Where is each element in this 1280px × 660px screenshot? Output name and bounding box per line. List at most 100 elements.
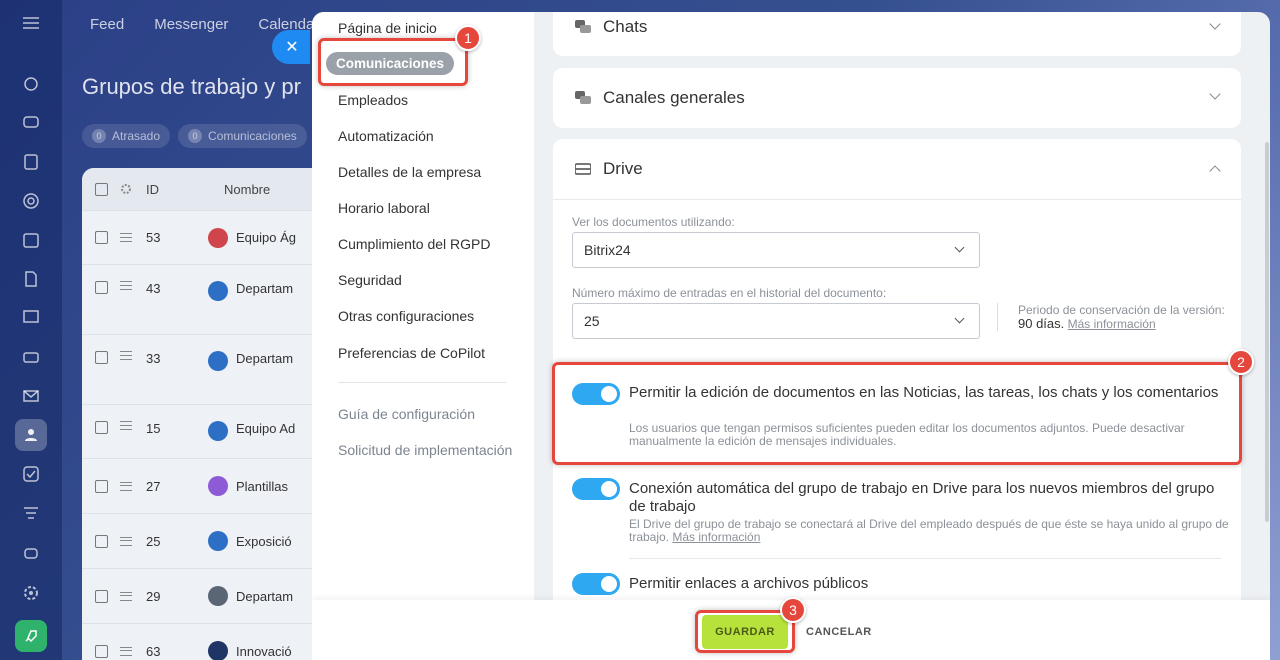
section-general-channels[interactable]: Canales generales [553, 68, 1241, 128]
groups-icon[interactable] [15, 419, 47, 451]
menu-item-copilot[interactable]: Preferencias de CoPilot [338, 345, 485, 361]
drag-handle-icon[interactable] [120, 536, 132, 546]
group-icon [208, 586, 228, 606]
drag-handle-icon[interactable] [120, 281, 132, 290]
drag-handle-icon[interactable] [120, 233, 132, 242]
menu-item-home[interactable]: Página de inicio [338, 20, 437, 36]
more-info-link[interactable]: Más información [672, 530, 760, 544]
row-checkbox[interactable] [95, 421, 108, 434]
section-header: Chats [553, 12, 1241, 56]
chat-icon[interactable] [15, 107, 47, 139]
select-all-checkbox[interactable] [95, 182, 108, 196]
drag-handle-icon[interactable] [120, 351, 132, 360]
table-row[interactable]: 53 Equipo Ág [82, 210, 342, 264]
menu-item-automation[interactable]: Automatización [338, 128, 434, 144]
menu-divider [338, 382, 506, 383]
table-row[interactable]: 33 Departam [82, 334, 342, 404]
rocket-icon[interactable] [15, 620, 47, 652]
history-entries-select[interactable]: 25 [572, 303, 980, 339]
drive-icon[interactable] [15, 341, 47, 373]
table-row[interactable]: 63 Innovació [82, 623, 342, 660]
menu-item-setup-guide[interactable]: Guía de configuración [338, 406, 475, 422]
crm-icon[interactable] [15, 185, 47, 217]
section-chats[interactable]: Chats [553, 12, 1241, 56]
divider [553, 199, 1241, 200]
section-header[interactable]: Drive [553, 139, 1241, 199]
drag-handle-icon[interactable] [120, 421, 132, 430]
table-row[interactable]: 25 Exposició [82, 513, 342, 568]
more-info-link[interactable]: Más información [1068, 317, 1156, 331]
sites-icon[interactable] [15, 68, 47, 100]
row-id: 25 [146, 533, 161, 549]
filter-chip-communications[interactable]: 0 Comunicaciones [178, 124, 307, 148]
row-id: 63 [146, 643, 161, 659]
group-name[interactable]: Plantillas [236, 479, 288, 494]
table-row[interactable]: 43 Departam [82, 264, 342, 334]
drag-handle-icon[interactable] [120, 591, 132, 601]
document-icon[interactable] [15, 263, 47, 295]
group-name[interactable]: Exposició [236, 534, 292, 549]
section-title: Canales generales [603, 88, 745, 107]
group-name[interactable]: Departam [236, 281, 293, 296]
left-rail [0, 0, 62, 660]
table-row[interactable]: 15 Equipo Ad [82, 404, 342, 458]
toggle-auto-connect-drive[interactable] [572, 478, 620, 500]
menu-item-employees[interactable]: Empleados [338, 92, 408, 108]
scrollbar[interactable] [1265, 142, 1269, 522]
group-name[interactable]: Departam [236, 589, 293, 604]
row-checkbox[interactable] [95, 231, 108, 244]
table-row[interactable]: 27 Plantillas [82, 458, 342, 513]
option-title: Permitir enlaces a archivos públicos [629, 575, 869, 592]
step-badge-3: 3 [780, 597, 806, 623]
mail-icon[interactable] [15, 380, 47, 412]
nav-messenger[interactable]: Messenger [154, 16, 228, 33]
robot-icon[interactable] [15, 536, 47, 568]
menu-item-work-schedule[interactable]: Horario laboral [338, 200, 430, 216]
filter-bar: 0 Atrasado 0 Comunicaciones [82, 124, 307, 148]
group-name[interactable]: Departam [236, 351, 293, 366]
nav-feed[interactable]: Feed [90, 16, 124, 33]
column-name[interactable]: Nombre [224, 182, 270, 197]
row-checkbox[interactable] [95, 351, 108, 364]
section-title: Chats [603, 17, 648, 36]
drag-handle-icon[interactable] [120, 481, 132, 491]
menu-icon[interactable] [0, 8, 62, 38]
toggle-public-links[interactable] [572, 573, 620, 595]
settings-menu: Página de inicio Comunicaciones Empleado… [312, 12, 534, 660]
settings-gear-icon[interactable] [15, 577, 47, 609]
row-checkbox[interactable] [95, 589, 108, 603]
row-checkbox[interactable] [95, 281, 108, 294]
calendar-icon[interactable] [15, 224, 47, 256]
table-row[interactable]: 29 Departam [82, 568, 342, 623]
row-id: 15 [146, 421, 161, 436]
board-icon[interactable] [15, 302, 47, 334]
menu-item-other-settings[interactable]: Otras configuraciones [338, 308, 474, 324]
view-documents-select[interactable]: Bitrix24 [572, 232, 980, 268]
row-checkbox[interactable] [95, 644, 108, 658]
filter-icon[interactable] [15, 497, 47, 529]
drive-icon [575, 163, 591, 175]
menu-item-company-details[interactable]: Detalles de la empresa [338, 164, 481, 180]
group-name[interactable]: Innovació [236, 644, 292, 659]
gear-icon[interactable] [120, 183, 132, 195]
filter-chip-overdue[interactable]: 0 Atrasado [82, 124, 171, 148]
settings-panel: Página de inicio Comunicaciones Empleado… [312, 12, 1270, 660]
group-icon [208, 351, 228, 371]
menu-item-gdpr[interactable]: Cumplimiento del RGPD [338, 236, 491, 252]
menu-item-security[interactable]: Seguridad [338, 272, 402, 288]
group-name[interactable]: Equipo Ág [236, 230, 296, 245]
row-id: 33 [146, 351, 161, 366]
group-name[interactable]: Equipo Ad [236, 421, 295, 436]
cancel-button[interactable]: CANCELAR [806, 615, 872, 649]
drag-handle-icon[interactable] [120, 646, 132, 656]
row-checkbox[interactable] [95, 534, 108, 548]
checklist-icon[interactable] [15, 458, 47, 490]
tasks-icon[interactable] [15, 146, 47, 178]
page-title: Grupos de trabajo y pr [82, 74, 301, 99]
row-checkbox[interactable] [95, 479, 108, 493]
column-id[interactable]: ID [146, 182, 224, 197]
row-id: 29 [146, 588, 161, 604]
group-icon [208, 476, 228, 496]
menu-item-implementation-request[interactable]: Solicitud de implementación [338, 442, 512, 458]
close-slider-button[interactable]: ✕ [272, 30, 310, 64]
